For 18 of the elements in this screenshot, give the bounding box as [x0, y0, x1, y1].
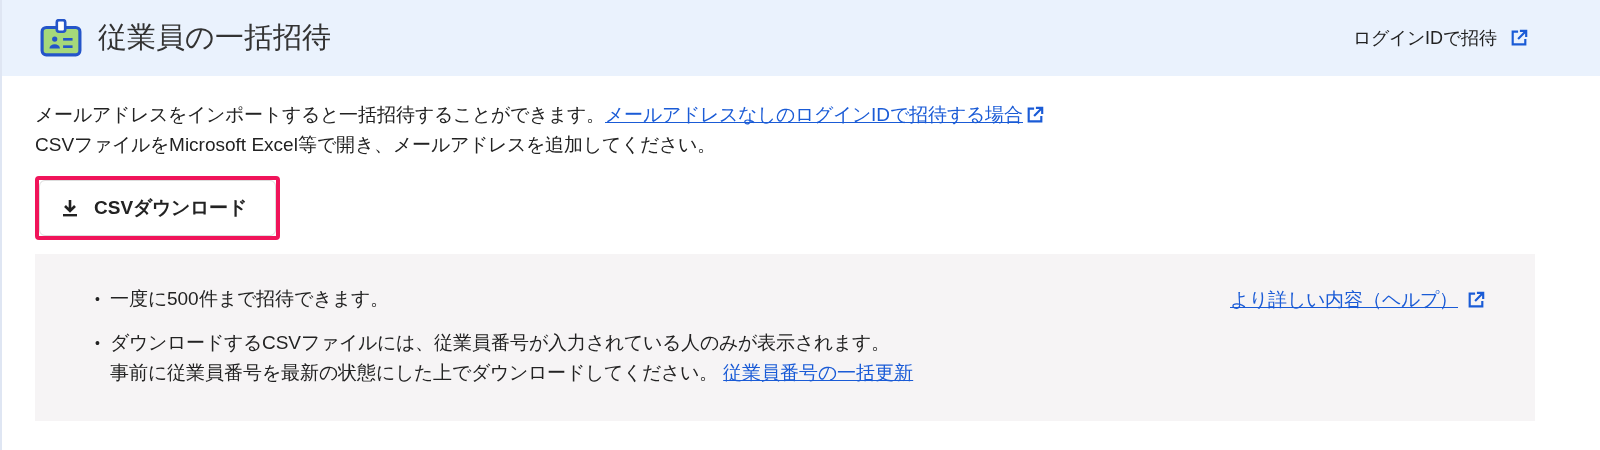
page-title: 従業員の一括招待: [98, 20, 332, 55]
login-id-invite-link[interactable]: ログインIDで招待: [1353, 26, 1528, 50]
note-text: ダウンロードするCSVファイルには、従業員番号が入力されている人のみが表示されます。: [109, 331, 891, 355]
bullet: •: [95, 290, 100, 309]
external-link-icon: [1026, 106, 1044, 124]
bullet: •: [95, 334, 100, 353]
help-link[interactable]: より詳しい内容（ヘルプ）: [1230, 287, 1458, 313]
note-text: 事前に従業員番号を最新の状態にした上でダウンロードしてください。 従業員番号の一括更新: [109, 361, 914, 385]
external-link-icon: [1467, 291, 1485, 309]
download-icon: [60, 198, 80, 218]
id-badge-icon: [40, 19, 82, 57]
csv-download-button[interactable]: CSVダウンロード: [39, 180, 277, 236]
intro-text: メールアドレスをインポートすると一括招待することができます。メールアドレスなしのログインIDで招待する場合: [35, 100, 1536, 130]
login-id-invite-link[interactable]: メールアドレスなしのログインIDで招待する場合: [605, 104, 1023, 125]
external-link-icon: [1510, 29, 1528, 47]
note-text: 一度に500件まで招待できます。: [109, 287, 389, 311]
intro-text: CSVファイルをMicrosoft Excel等で開き、メールアドレスを追加してください。: [35, 133, 717, 157]
bulk-update-link[interactable]: 従業員番号の一括更新: [723, 362, 914, 383]
